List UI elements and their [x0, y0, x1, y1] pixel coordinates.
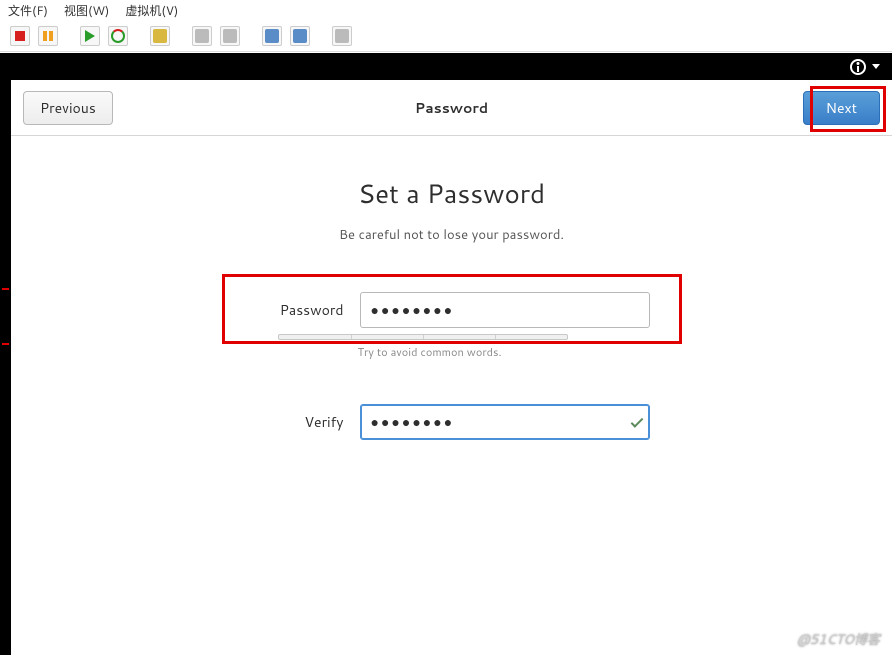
menu-vm[interactable]: 虚拟机(V)	[125, 2, 178, 19]
password-row: Password	[172, 292, 732, 328]
chevron-down-icon[interactable]	[872, 64, 880, 69]
gnome-topbar	[11, 53, 892, 80]
verify-label: Verify	[254, 412, 344, 432]
refresh-icon	[111, 29, 125, 43]
menu-file[interactable]: 文件(F)	[8, 2, 48, 19]
password-strength-bar	[278, 334, 568, 340]
verify-input[interactable]	[360, 404, 650, 440]
tool-icon	[293, 29, 307, 43]
vmware-toolbar	[0, 20, 892, 52]
header-title: Password	[415, 98, 488, 118]
restart-button[interactable]	[108, 26, 128, 46]
pause-icon	[43, 31, 53, 41]
red-mark	[2, 343, 9, 345]
poweroff-button[interactable]	[10, 26, 30, 46]
tool-icon	[223, 29, 237, 43]
headerbar: Previous Password Next	[11, 80, 892, 136]
gnome-initial-setup-panel: Previous Password Next Set a Password Be…	[11, 80, 892, 655]
snapshot-icon	[153, 29, 167, 43]
vmware-menubar: 文件(F) 视图(W) 虚拟机(V)	[0, 0, 892, 20]
form-area: Password Try to avoid common words. Veri…	[172, 292, 732, 440]
page-heading: Set a Password	[11, 176, 892, 212]
tool4-button[interactable]	[290, 26, 310, 46]
pause-button[interactable]	[38, 26, 58, 46]
content-area: Set a Password Be careful not to lose yo…	[11, 136, 892, 440]
tool3-button[interactable]	[262, 26, 282, 46]
snapshot-button[interactable]	[150, 26, 170, 46]
tool2-button[interactable]	[220, 26, 240, 46]
red-mark	[2, 288, 9, 290]
stop-icon	[15, 31, 25, 41]
vm-viewport: Previous Password Next Set a Password Be…	[0, 53, 892, 655]
page-subtitle: Be careful not to lose your password.	[11, 226, 892, 244]
tool-icon	[195, 29, 209, 43]
next-button[interactable]: Next	[803, 91, 880, 125]
tool5-button[interactable]	[332, 26, 352, 46]
password-input[interactable]	[360, 292, 650, 328]
password-hint: Try to avoid common words.	[172, 344, 732, 360]
watermark: @51CTO博客	[797, 629, 880, 649]
play-icon	[85, 30, 95, 42]
previous-button[interactable]: Previous	[23, 91, 113, 125]
tool1-button[interactable]	[192, 26, 212, 46]
accessibility-icon[interactable]	[850, 59, 866, 75]
tool-icon	[265, 29, 279, 43]
viewport-border-left	[0, 53, 11, 655]
verify-row: Verify	[172, 404, 732, 440]
password-label: Password	[254, 300, 344, 320]
play-button[interactable]	[80, 26, 100, 46]
menu-view[interactable]: 视图(W)	[64, 2, 109, 19]
tool-icon	[335, 29, 349, 43]
